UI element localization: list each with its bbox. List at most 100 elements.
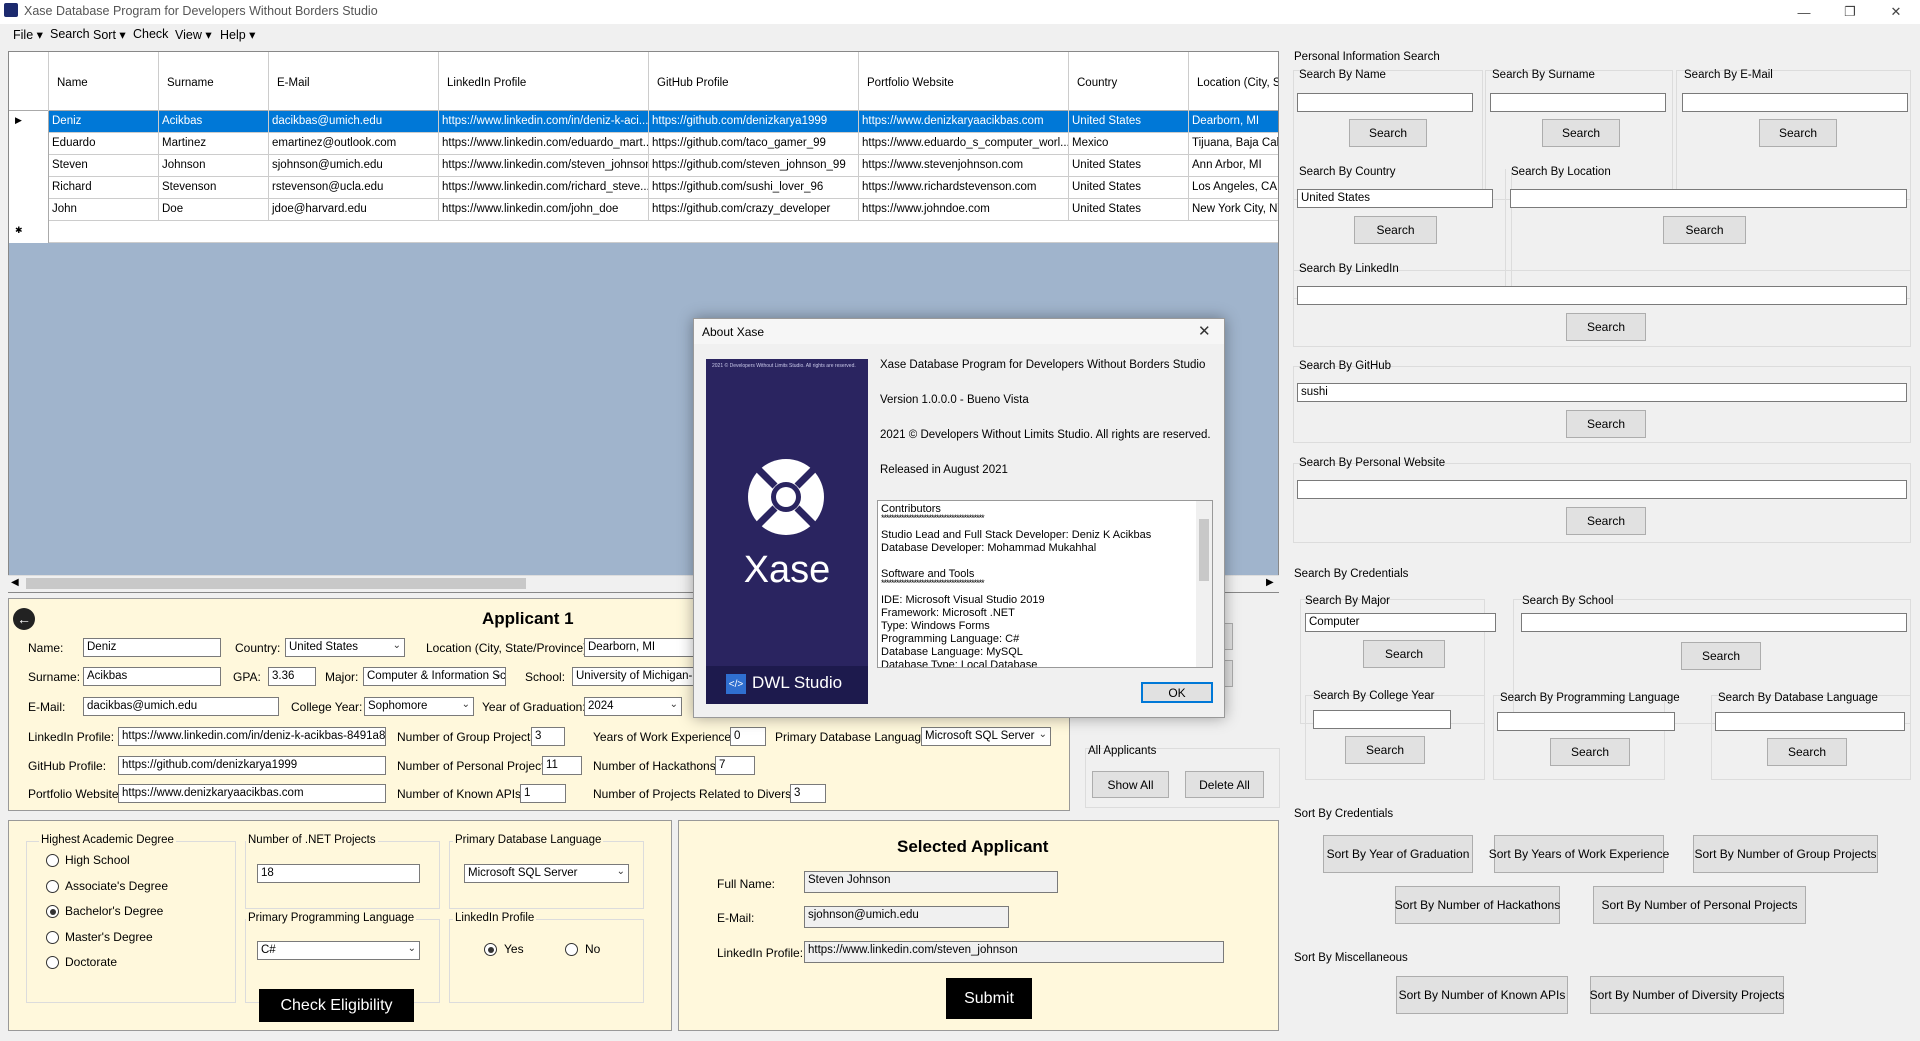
github-field[interactable]: https://github.com/denizkarya1999 bbox=[118, 756, 386, 775]
search-college-year-input[interactable] bbox=[1313, 710, 1451, 729]
search-name-input[interactable] bbox=[1297, 93, 1473, 112]
cell-linkedin[interactable]: https://www.linkedin.com/in/deniz-k-aci.… bbox=[439, 111, 649, 133]
col-email[interactable]: E-Mail bbox=[269, 52, 439, 111]
cell-email[interactable]: rstevenson@ucla.edu bbox=[269, 177, 439, 199]
cell-portfolio[interactable]: https://www.denizkaryaacikbas.com bbox=[859, 111, 1069, 133]
contributors-scroll-thumb[interactable] bbox=[1199, 519, 1209, 581]
grad-year-select[interactable]: 2024 ⌄ bbox=[584, 697, 682, 716]
close-window-button[interactable]: ✕ bbox=[1873, 0, 1919, 24]
menu-view[interactable]: View ▾ bbox=[175, 27, 212, 42]
cell-portfolio[interactable]: https://www.stevenjohnson.com bbox=[859, 155, 1069, 177]
degree-radio[interactable] bbox=[46, 905, 59, 918]
cell-name[interactable]: John bbox=[49, 199, 159, 221]
cell-country[interactable]: United States bbox=[1069, 111, 1189, 133]
linkedin-yes-radio[interactable] bbox=[484, 943, 497, 956]
cell-location[interactable]: New York City, NY bbox=[1189, 199, 1278, 221]
sort-work-exp-button[interactable]: Sort By Years of Work Experience bbox=[1489, 835, 1669, 873]
country-select[interactable]: United States ⌄ bbox=[285, 638, 405, 657]
college-year-select[interactable]: Sophomore ⌄ bbox=[364, 697, 474, 716]
col-linkedin[interactable]: LinkedIn Profile bbox=[439, 52, 649, 111]
ok-button[interactable]: OK bbox=[1141, 682, 1213, 703]
close-icon[interactable]: ✕ bbox=[1198, 322, 1211, 340]
sort-personal-projects-button[interactable]: Sort By Number of Personal Projects bbox=[1593, 886, 1806, 924]
cell-country[interactable]: United States bbox=[1069, 199, 1189, 221]
selected-linkedin-field[interactable]: https://www.linkedin.com/steven_johnson bbox=[804, 941, 1224, 963]
school-select[interactable]: University of Michigan-De bbox=[572, 667, 704, 686]
search-major-input[interactable]: Computer bbox=[1305, 613, 1496, 632]
prog-lang-select[interactable]: C# ⌄ bbox=[257, 941, 420, 960]
search-website-input[interactable] bbox=[1297, 480, 1907, 499]
cell-portfolio[interactable]: https://www.johndoe.com bbox=[859, 199, 1069, 221]
apis-field[interactable]: 1 bbox=[520, 784, 566, 803]
search-country-input[interactable]: United States bbox=[1297, 189, 1493, 208]
menu-check[interactable]: Check bbox=[133, 27, 168, 41]
search-location-button[interactable]: Search bbox=[1663, 216, 1746, 244]
primary-db-select[interactable]: Microsoft SQL Server ⌄ bbox=[921, 727, 1051, 746]
cell-surname[interactable]: Martinez bbox=[159, 133, 269, 155]
table-row[interactable]: Richard Stevenson rstevenson@ucla.edu https… bbox=[9, 177, 1278, 199]
submit-button[interactable]: Submit bbox=[946, 978, 1032, 1019]
search-github-input[interactable]: sushi bbox=[1297, 383, 1907, 402]
cell-location[interactable]: Dearborn, MI bbox=[1189, 111, 1278, 133]
cell-github[interactable]: https://github.com/sushi_lover_96 bbox=[649, 177, 859, 199]
search-prog-lang-input[interactable] bbox=[1497, 712, 1675, 731]
db-select[interactable]: Microsoft SQL Server ⌄ bbox=[464, 864, 629, 883]
degree-radio[interactable] bbox=[46, 854, 59, 867]
show-all-button[interactable]: Show All bbox=[1092, 771, 1169, 798]
search-college-year-button[interactable]: Search bbox=[1345, 736, 1425, 764]
hackathons-field[interactable]: 7 bbox=[715, 756, 755, 775]
cell-email[interactable]: emartinez@outlook.com bbox=[269, 133, 439, 155]
cell-linkedin[interactable]: https://www.linkedin.com/richard_steve..… bbox=[439, 177, 649, 199]
menu-file[interactable]: File ▾ bbox=[13, 27, 43, 42]
search-email-button[interactable]: Search bbox=[1759, 119, 1837, 147]
search-github-button[interactable]: Search bbox=[1566, 410, 1646, 438]
cell-email[interactable]: jdoe@harvard.edu bbox=[269, 199, 439, 221]
selected-email-field[interactable]: sjohnson@umich.edu bbox=[804, 906, 1009, 928]
cell-location[interactable]: Tijuana, Baja Calif bbox=[1189, 133, 1278, 155]
degree-radio[interactable] bbox=[46, 956, 59, 969]
full-name-field[interactable]: Steven Johnson bbox=[804, 871, 1058, 893]
cell-surname[interactable]: Doe bbox=[159, 199, 269, 221]
search-db-lang-button[interactable]: Search bbox=[1767, 738, 1847, 766]
back-arrow-icon[interactable]: ← bbox=[13, 608, 35, 630]
search-linkedin-input[interactable] bbox=[1297, 286, 1907, 305]
personal-projects-field[interactable]: 11 bbox=[542, 756, 582, 775]
search-school-input[interactable] bbox=[1521, 613, 1907, 632]
row-header[interactable]: ▶ bbox=[9, 111, 49, 133]
row-header[interactable] bbox=[9, 177, 49, 199]
cell-portfolio[interactable]: https://www.eduardo_s_computer_worl... bbox=[859, 133, 1069, 155]
cell-name[interactable]: Deniz bbox=[49, 111, 159, 133]
table-row[interactable]: John Doe jdoe@harvard.edu https://www.linke… bbox=[9, 199, 1278, 221]
location-field[interactable]: Dearborn, MI bbox=[584, 638, 704, 657]
degree-radio[interactable] bbox=[46, 879, 59, 893]
group-projects-field[interactable]: 3 bbox=[531, 727, 565, 746]
search-website-button[interactable]: Search bbox=[1566, 507, 1646, 535]
degree-radio[interactable] bbox=[46, 930, 59, 944]
cell-name[interactable]: Richard bbox=[49, 177, 159, 199]
cell-surname[interactable]: Acikbas bbox=[159, 111, 269, 133]
search-db-lang-input[interactable] bbox=[1715, 712, 1905, 731]
contributors-box[interactable]: Contributors ***************************… bbox=[877, 500, 1213, 668]
email-field[interactable]: dacikbas@umich.edu bbox=[83, 697, 279, 716]
sort-hackathons-button[interactable]: Sort By Number of Hackathons bbox=[1395, 886, 1560, 924]
search-surname-button[interactable]: Search bbox=[1542, 119, 1620, 147]
col-country[interactable]: Country bbox=[1069, 52, 1189, 111]
linkedin-no-radio[interactable] bbox=[565, 943, 578, 956]
cell-country[interactable]: United States bbox=[1069, 155, 1189, 177]
cell-github[interactable]: https://github.com/steven_johnson_99 bbox=[649, 155, 859, 177]
row-header[interactable] bbox=[9, 199, 49, 221]
search-prog-lang-button[interactable]: Search bbox=[1550, 738, 1630, 766]
col-name[interactable]: Name bbox=[49, 52, 159, 111]
scroll-left-icon[interactable]: ◀ bbox=[11, 577, 19, 588]
row-header[interactable] bbox=[9, 133, 49, 155]
cell-location[interactable]: Ann Arbor, MI bbox=[1189, 155, 1278, 177]
diversity-field[interactable]: 3 bbox=[790, 784, 826, 803]
cell-country[interactable]: United States bbox=[1069, 177, 1189, 199]
search-name-button[interactable]: Search bbox=[1349, 119, 1427, 147]
col-github[interactable]: GitHub Profile bbox=[649, 52, 859, 111]
search-linkedin-button[interactable]: Search bbox=[1566, 313, 1646, 341]
menu-help[interactable]: Help ▾ bbox=[220, 27, 255, 42]
cell-surname[interactable]: Stevenson bbox=[159, 177, 269, 199]
maximize-button[interactable]: ❐ bbox=[1827, 0, 1873, 24]
cell-portfolio[interactable]: https://www.richardstevenson.com bbox=[859, 177, 1069, 199]
